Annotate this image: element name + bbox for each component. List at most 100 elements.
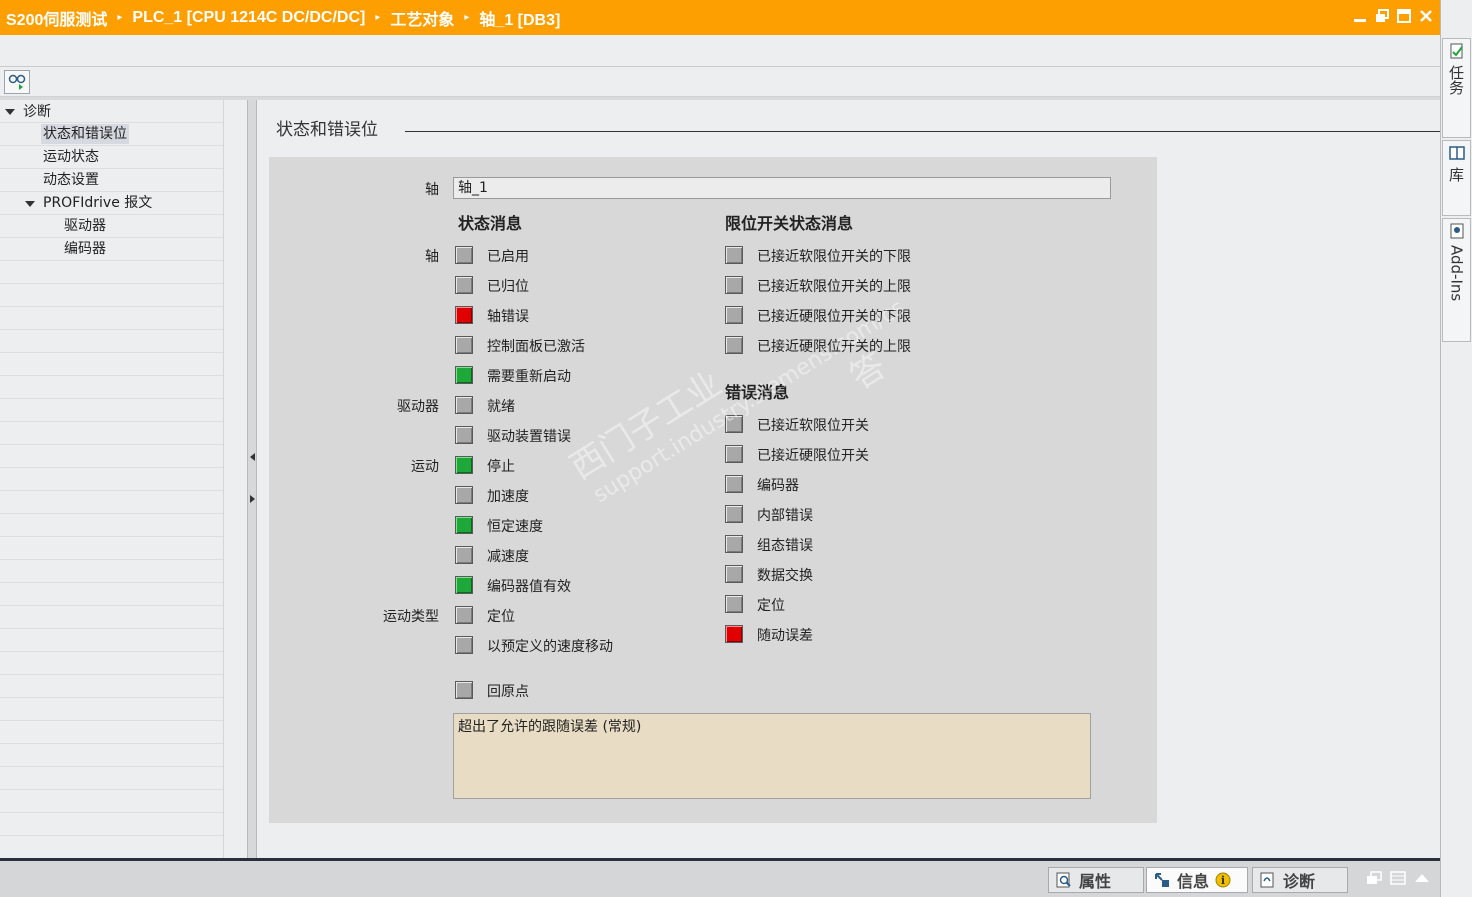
- limit-label-sw-high: 已接近软限位开关的上限: [757, 279, 911, 295]
- nav-item-encoder[interactable]: 编码器: [64, 239, 106, 259]
- error-led-positioning: [725, 595, 743, 613]
- toolbar: [0, 35, 1440, 97]
- breadcrumb-project[interactable]: S200伺服测试: [6, 6, 107, 30]
- status-label-ready: 就绪: [487, 399, 515, 415]
- side-tab-tasks-label: 任务: [1447, 65, 1465, 95]
- error-label-data-exchange: 数据交换: [757, 568, 813, 584]
- nav-row: [0, 583, 224, 606]
- breadcrumb-axis[interactable]: 轴_1 [DB3]: [479, 6, 560, 30]
- collapse-left-icon[interactable]: [249, 452, 256, 462]
- float-window-icon[interactable]: [1366, 871, 1382, 885]
- status-led-acceleration: [455, 486, 473, 504]
- window-controls: [1352, 8, 1434, 24]
- minimize-icon[interactable]: [1352, 8, 1368, 24]
- tab-info-label: 信息: [1177, 872, 1210, 891]
- nav-item-profidrive-telegram[interactable]: PROFIdrive 报文: [43, 193, 152, 213]
- status-led-ready: [455, 396, 473, 414]
- tab-diagnostics[interactable]: 诊断: [1252, 867, 1348, 893]
- library-icon: [1448, 146, 1465, 160]
- main-content: 状态和错误位 轴 轴_1 状态消息 限位开关状态消息 错误消息 轴 驱动器 运动…: [257, 100, 1440, 860]
- tab-info[interactable]: 信息 i: [1146, 867, 1248, 893]
- nav-row: [0, 169, 224, 192]
- error-led-hw-limit: [725, 445, 743, 463]
- status-label-constant-velocity: 恒定速度: [487, 519, 543, 535]
- diagnostics-icon: [1260, 872, 1274, 888]
- inspector-window-controls: [1366, 871, 1430, 885]
- maximize-icon[interactable]: [1396, 8, 1412, 24]
- error-label-sw-limit: 已接近软限位开关: [757, 418, 869, 434]
- status-led-axis-error: [455, 306, 473, 324]
- monitor-all-button[interactable]: [4, 70, 30, 94]
- expand-right-icon[interactable]: [249, 494, 256, 504]
- section-title: 状态和错误位: [276, 120, 378, 140]
- title-bar: S200伺服测试 ▸ PLC_1 [CPU 1214C DC/DC/DC] ▸ …: [0, 0, 1440, 35]
- status-label-encoder-valid: 编码器值有效: [487, 579, 571, 595]
- nav-item-drive[interactable]: 驱动器: [64, 216, 106, 236]
- nav-item-status-error-bits[interactable]: 状态和错误位: [41, 124, 129, 144]
- error-label-internal: 内部错误: [757, 508, 813, 524]
- limit-label-hw-high: 已接近硬限位开关的上限: [757, 339, 911, 355]
- panel-splitter[interactable]: [247, 100, 257, 860]
- group-label-motion-type: 运动类型: [383, 609, 439, 625]
- axis-field-label: 轴: [425, 182, 439, 198]
- limit-led-sw-high: [725, 276, 743, 294]
- inspector-tab-bar: 属性 信息 i 诊断: [0, 858, 1440, 897]
- status-label-homed: 已归位: [487, 279, 529, 295]
- status-led-restart-required: [455, 366, 473, 384]
- nav-row: [0, 767, 224, 790]
- breadcrumb-technology-objects[interactable]: 工艺对象: [390, 6, 454, 30]
- status-label-restart-required: 需要重新启动: [487, 369, 571, 385]
- side-tab-libraries[interactable]: 库: [1442, 140, 1471, 216]
- status-label-acceleration: 加速度: [487, 489, 529, 505]
- nav-row: [0, 652, 224, 675]
- limit-label-hw-low: 已接近硬限位开关的下限: [757, 309, 911, 325]
- nav-row: [0, 307, 224, 330]
- toolbar-divider: [0, 66, 1440, 67]
- nav-item-motion-status[interactable]: 运动状态: [43, 147, 99, 167]
- limit-led-sw-low: [725, 246, 743, 264]
- error-label-configuration: 组态错误: [757, 538, 813, 554]
- expand-triangle-icon[interactable]: [5, 109, 15, 115]
- info-icon: i: [1215, 872, 1231, 888]
- collapse-up-icon[interactable]: [1414, 871, 1430, 885]
- side-tab-tasks[interactable]: 任务: [1442, 38, 1471, 138]
- status-led-homing: [455, 681, 473, 699]
- nav-row: [0, 721, 224, 744]
- status-label-enabled: 已启用: [487, 249, 529, 265]
- split-view-icon[interactable]: [1390, 871, 1406, 885]
- error-led-configuration: [725, 535, 743, 553]
- group-label-motion: 运动: [411, 459, 439, 475]
- properties-icon: [1056, 872, 1071, 888]
- error-messages-header: 错误消息: [725, 383, 790, 402]
- nav-row: [0, 399, 224, 422]
- nav-row: [0, 215, 224, 238]
- nav-item-dynamic-settings[interactable]: 动态设置: [43, 170, 99, 190]
- glasses-icon: [8, 74, 26, 90]
- nav-row: [0, 491, 224, 514]
- restore-icon[interactable]: [1374, 8, 1390, 24]
- side-tab-strip: 任务 库 Add-Ins: [1440, 0, 1472, 897]
- status-led-speed-command: [455, 636, 473, 654]
- status-led-control-panel-active: [455, 336, 473, 354]
- limit-switch-header: 限位开关状态消息: [725, 214, 854, 233]
- error-label-hw-limit: 已接近硬限位开关: [757, 448, 869, 464]
- nav-row: [0, 146, 224, 169]
- status-led-constant-velocity: [455, 516, 473, 534]
- nav-row: [0, 836, 224, 859]
- svg-text:i: i: [1221, 874, 1225, 887]
- nav-row: [0, 560, 224, 583]
- close-icon[interactable]: [1418, 8, 1434, 24]
- expand-triangle-icon[interactable]: [25, 201, 35, 207]
- nav-row: [0, 813, 224, 836]
- addins-icon: [1450, 223, 1463, 239]
- axis-name-field: 轴_1: [453, 177, 1111, 199]
- nav-item-diagnostics[interactable]: 诊断: [23, 102, 51, 122]
- side-tab-addins[interactable]: Add-Ins: [1442, 218, 1471, 342]
- error-led-internal: [725, 505, 743, 523]
- nav-row: [0, 514, 224, 537]
- tab-properties[interactable]: 属性: [1048, 867, 1144, 893]
- status-messages-header: 状态消息: [458, 214, 523, 233]
- breadcrumb-plc[interactable]: PLC_1 [CPU 1214C DC/DC/DC]: [132, 9, 365, 27]
- breadcrumb-separator-icon: ▸: [117, 12, 123, 23]
- status-led-standstill: [455, 456, 473, 474]
